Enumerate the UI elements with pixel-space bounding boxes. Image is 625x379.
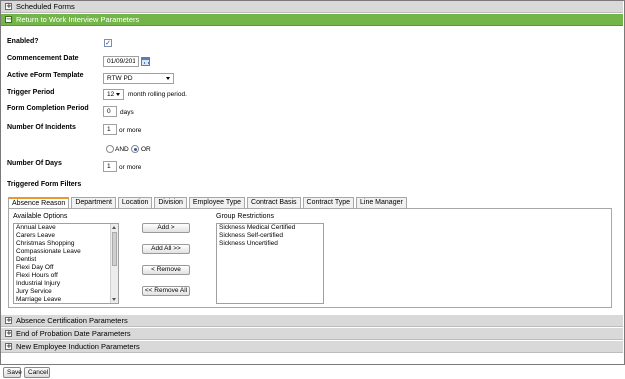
save-button[interactable]: Save (3, 367, 22, 378)
tab-department[interactable]: Department (71, 197, 116, 208)
available-options-label: Available Options (13, 213, 68, 220)
enabled-label: Enabled? (7, 38, 39, 45)
section-title: End of Probation Date Parameters (16, 329, 131, 338)
incidents-input[interactable] (103, 124, 117, 135)
completion-period-suffix: days (120, 109, 134, 116)
commencement-date-input[interactable] (103, 56, 139, 67)
add-all-button[interactable]: Add All >> (142, 244, 190, 254)
or-label: OR (141, 146, 151, 153)
expand-icon[interactable]: + (5, 343, 12, 350)
section-scheduled-forms[interactable]: + Scheduled Forms (1, 1, 623, 13)
trigger-period-select[interactable]: 12 (103, 89, 124, 100)
group-restrictions-list[interactable]: Sickness Medical Certified Sickness Self… (216, 223, 324, 304)
template-select[interactable]: RTW PD (103, 73, 174, 84)
template-select-value: RTW PD (107, 75, 133, 82)
checkmark-icon: ✓ (105, 39, 111, 47)
incidents-suffix: or more (119, 127, 142, 134)
tab-contract-type[interactable]: Contract Type (302, 197, 354, 208)
section-title: Absence Certification Parameters (16, 316, 128, 325)
list-item[interactable]: Dentist (14, 256, 118, 264)
scroll-up-icon[interactable] (112, 226, 116, 229)
scrollbar[interactable] (110, 224, 118, 303)
section-end-of-probation[interactable]: + End of Probation Date Parameters (1, 328, 623, 340)
page-frame (0, 0, 625, 365)
add-button[interactable]: Add > (142, 223, 190, 233)
commencement-date-label: Commencement Date (7, 55, 79, 62)
remove-button[interactable]: < Remove (142, 265, 190, 275)
chevron-down-icon (166, 77, 170, 80)
list-item[interactable]: Christmas Shopping (14, 240, 118, 248)
section-title: New Employee Induction Parameters (16, 342, 140, 351)
incidents-label: Number Of Incidents (7, 124, 76, 131)
completion-period-label: Form Completion Period (7, 105, 89, 112)
and-label: AND (115, 146, 129, 153)
list-item[interactable]: Carers Leave (14, 232, 118, 240)
list-item[interactable]: Sickness Medical Certified (217, 224, 323, 232)
section-title: Return to Work Interview Parameters (16, 15, 140, 24)
cancel-button[interactable]: Cancel (24, 367, 50, 378)
list-item[interactable]: Sickness Uncertified (217, 240, 323, 248)
and-radio[interactable] (106, 145, 114, 153)
list-item[interactable]: Flexi Hours off (14, 272, 118, 280)
completion-period-input[interactable] (103, 106, 117, 117)
expand-icon[interactable]: + (5, 330, 12, 337)
collapse-icon[interactable]: − (5, 16, 12, 23)
trigger-period-value: 12 (107, 91, 115, 98)
section-absence-certification[interactable]: + Absence Certification Parameters (1, 315, 623, 327)
expand-icon[interactable]: + (5, 317, 12, 324)
template-label: Active eForm Template (7, 72, 84, 79)
expand-icon[interactable]: + (5, 3, 12, 10)
days-label: Number Of Days (7, 160, 62, 167)
enabled-checkbox[interactable]: ✓ (104, 39, 112, 47)
calendar-icon[interactable] (141, 57, 150, 66)
days-input[interactable] (103, 161, 117, 172)
list-item[interactable]: Jury Service (14, 288, 118, 296)
list-item[interactable]: Sickness Self-certified (217, 232, 323, 240)
list-item[interactable]: Flexi Day Off (14, 264, 118, 272)
scroll-thumb[interactable] (112, 232, 117, 266)
section-rtw-parameters[interactable]: − Return to Work Interview Parameters (1, 14, 623, 26)
section-new-employee-induction[interactable]: + New Employee Induction Parameters (1, 341, 623, 353)
or-radio[interactable] (131, 145, 139, 153)
trigger-period-suffix: month rolling period. (128, 91, 187, 98)
chevron-down-icon (116, 93, 120, 96)
list-item[interactable]: Marriage Leave (14, 296, 118, 303)
tab-division[interactable]: Division (154, 197, 187, 208)
scroll-down-icon[interactable] (112, 298, 116, 301)
days-suffix: or more (119, 164, 142, 171)
list-item[interactable]: Compassionate Leave (14, 248, 118, 256)
tab-absence-reason[interactable]: Absence Reason (8, 197, 70, 208)
available-options-list[interactable]: Annual Leave Carers Leave Christmas Shop… (13, 223, 119, 304)
trigger-period-label: Trigger Period (7, 89, 55, 96)
filter-tabs: Absence Reason Department Location Divis… (8, 197, 409, 208)
tab-panel-absence-reason: Available Options Annual Leave Carers Le… (8, 208, 612, 308)
list-item[interactable]: Industrial Injury (14, 280, 118, 288)
section-title: Scheduled Forms (16, 2, 75, 11)
remove-all-button[interactable]: << Remove All (142, 286, 190, 296)
tab-contract-basis[interactable]: Contract Basis (247, 197, 301, 208)
tab-location[interactable]: Location (117, 197, 153, 208)
tab-line-manager[interactable]: Line Manager (356, 197, 407, 208)
tab-employee-type[interactable]: Employee Type (188, 197, 246, 208)
filters-label: Triggered Form Filters (7, 181, 82, 188)
group-restrictions-label: Group Restrictions (216, 213, 274, 220)
list-item[interactable]: Annual Leave (14, 224, 118, 232)
